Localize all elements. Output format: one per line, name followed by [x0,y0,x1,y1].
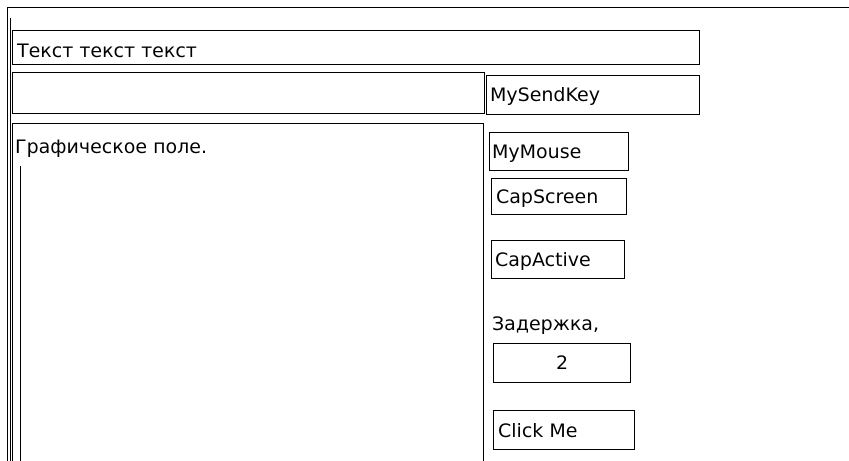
cap-active-button[interactable]: CapActive [491,240,625,279]
cap-screen-label: CapScreen [496,186,599,208]
text-input[interactable] [12,72,485,114]
my-send-key-button[interactable]: MySendKey [486,75,700,115]
delay-label: Задержка, [492,313,599,335]
my-mouse-button[interactable]: MyMouse [489,132,629,171]
title-text: Текст текст текст [17,40,197,62]
title-text-field: Текст текст текст [12,30,700,65]
canvas-inner-border [20,166,21,461]
graphic-canvas-label: Графическое поле. [15,136,207,158]
cap-active-label: CapActive [495,249,591,271]
click-me-label: Click Me [498,420,578,442]
cap-screen-button[interactable]: CapScreen [491,178,627,215]
graphic-canvas[interactable]: Графическое поле. [12,123,484,461]
frame-divider [10,18,11,461]
my-send-key-label: MySendKey [490,84,600,106]
click-me-button[interactable]: Click Me [493,410,635,450]
delay-input[interactable] [493,343,631,383]
my-mouse-label: MyMouse [492,141,582,163]
